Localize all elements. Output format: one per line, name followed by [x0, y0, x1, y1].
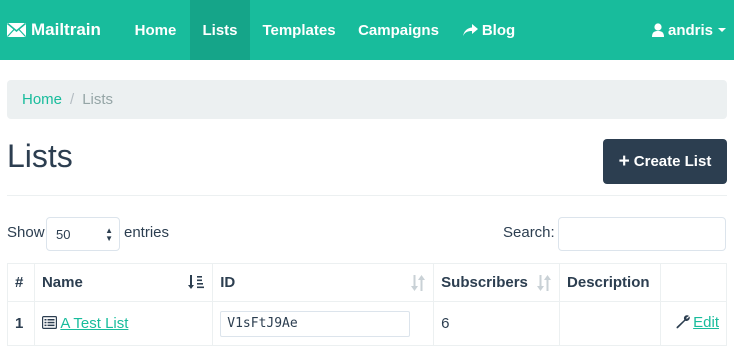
row-description [559, 301, 661, 346]
list-alt-icon [41, 316, 57, 330]
select-arrows-icon: ▲ ▼ [105, 226, 113, 243]
search-input[interactable] [558, 217, 726, 251]
create-list-button[interactable]: + Create List [603, 139, 727, 184]
create-list-label: Create List [633, 153, 712, 170]
breadcrumb-separator: / [70, 91, 75, 108]
row-name: A Test List [33, 301, 214, 346]
nav-campaigns-label: Campaigns [358, 21, 439, 39]
list-id-field[interactable]: V1sFtJ9Ae [220, 310, 411, 337]
row-id: V1sFtJ9Ae [212, 301, 435, 346]
nav-home-label: Home [134, 21, 177, 39]
breadcrumb-current: Lists [82, 91, 114, 108]
navbar: Mailtrain Home Lists Templates Campaigns… [0, 0, 734, 60]
entries-label: entries [124, 224, 170, 241]
user-icon [651, 23, 664, 37]
header-id[interactable]: ID [212, 263, 435, 302]
header-actions [660, 263, 727, 302]
nav-campaigns[interactable]: Campaigns [348, 0, 449, 60]
nav-lists-label: Lists [202, 21, 238, 39]
header-subscribers-label: Subscribers [441, 274, 528, 291]
envelope-icon [7, 23, 26, 37]
sort-icon [411, 275, 426, 291]
lists-table: # Name ID Subscribers Description 1 A Te… [7, 263, 727, 346]
header-description: Description [559, 263, 661, 302]
show-label: Show [7, 224, 45, 241]
nav-home[interactable]: Home [121, 0, 190, 60]
row-actions: Edit [660, 301, 727, 346]
header-id-label: ID [220, 274, 236, 291]
header-num: # [7, 263, 35, 302]
share-arrow-icon [462, 24, 478, 36]
sort-alpha-desc-icon [188, 275, 205, 289]
header-name-label: Name [41, 274, 83, 291]
brand-logo[interactable]: Mailtrain [7, 0, 101, 60]
caret-down-icon [718, 28, 726, 32]
nav-blog-label: Blog [481, 21, 516, 39]
nav-blog[interactable]: Blog [449, 0, 529, 60]
header-name[interactable]: Name [33, 263, 214, 302]
divider [7, 195, 727, 196]
user-name: andris [667, 21, 713, 39]
nav-templates[interactable]: Templates [250, 0, 348, 60]
row-subscribers: 6 [433, 301, 561, 346]
header-subscribers[interactable]: Subscribers [433, 263, 561, 302]
search-label: Search: [503, 224, 555, 241]
page-title: Lists [7, 138, 73, 174]
nav-lists[interactable]: Lists [190, 0, 250, 60]
table-row: 1 A Test List V1sFtJ9Ae 6 Edit [7, 301, 727, 346]
edit-label: Edit [693, 313, 719, 331]
breadcrumb-home[interactable]: Home [22, 91, 62, 108]
edit-link[interactable]: Edit [676, 314, 719, 331]
nav-templates-label: Templates [262, 21, 336, 39]
plus-icon: + [618, 151, 630, 172]
entries-select[interactable]: 50 ▲ ▼ [46, 217, 120, 251]
user-menu[interactable]: andris [651, 0, 726, 60]
row-num: 1 [7, 301, 35, 346]
wrench-icon [676, 315, 690, 329]
list-name-link[interactable]: A Test List [60, 315, 128, 332]
table-header-row: # Name ID Subscribers Description [7, 263, 727, 302]
sort-icon [537, 275, 552, 291]
entries-select-value: 50 [56, 226, 71, 242]
breadcrumb: Home / Lists [7, 80, 727, 119]
brand-name: Mailtrain [31, 20, 101, 39]
